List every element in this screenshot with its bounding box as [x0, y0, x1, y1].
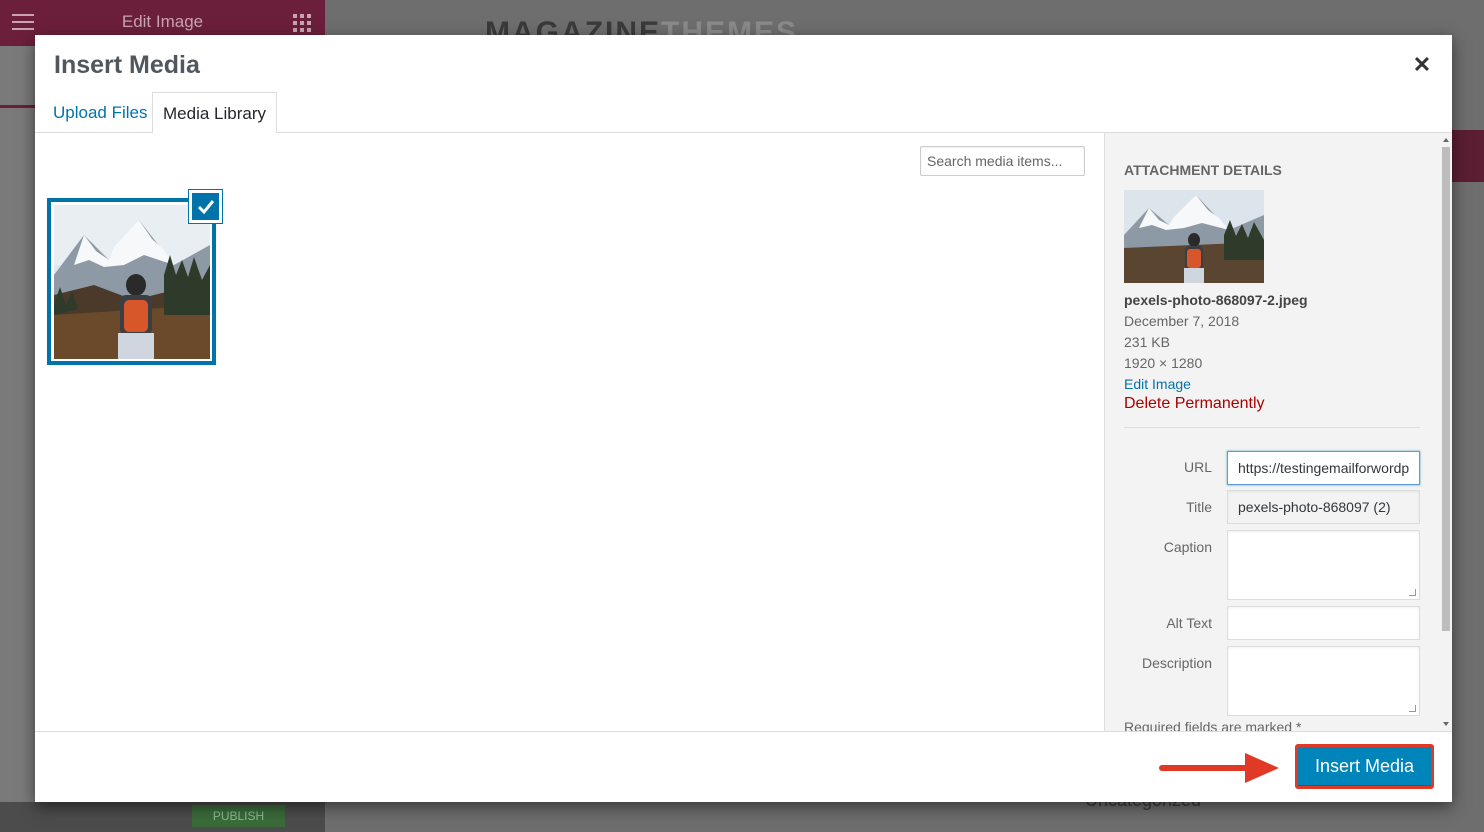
- selected-checkbox[interactable]: [189, 190, 222, 223]
- scroll-up-icon[interactable]: [1443, 138, 1449, 142]
- sidebar-scrollbar[interactable]: [1440, 133, 1452, 731]
- attachment-details-sidebar: ATTACHMENT DETAILS pexels-photo-868097-2…: [1104, 133, 1452, 731]
- close-icon[interactable]: ✕: [1410, 53, 1434, 77]
- widgets-grid-icon: [293, 14, 311, 32]
- scrollbar-thumb[interactable]: [1442, 147, 1450, 631]
- modal-title: Insert Media: [54, 51, 200, 79]
- panel-title: Edit Image: [121, 12, 204, 31]
- edit-image-link[interactable]: Edit Image: [1124, 376, 1191, 392]
- tab-upload-files[interactable]: Upload Files: [43, 92, 158, 133]
- publish-button: PUBLISH: [192, 805, 285, 827]
- description-label: Description: [1141, 655, 1212, 671]
- attachment-dimensions: 1920 × 1280: [1124, 355, 1203, 371]
- url-field[interactable]: https://testingemailforwordp: [1227, 451, 1420, 485]
- attachment-size: 231 KB: [1124, 334, 1170, 350]
- description-field[interactable]: [1227, 646, 1420, 716]
- title-label: Title: [1186, 499, 1212, 515]
- title-field[interactable]: pexels-photo-868097 (2): [1227, 490, 1420, 524]
- scroll-down-icon[interactable]: [1443, 722, 1449, 726]
- media-toolbar: Insert Media: [35, 731, 1452, 802]
- resize-handle-icon[interactable]: [1409, 589, 1416, 596]
- caption-field[interactable]: [1227, 530, 1420, 600]
- insert-media-modal: Insert Media ✕ Upload Files Media Librar…: [35, 35, 1452, 802]
- alt-text-label: Alt Text: [1166, 615, 1212, 631]
- attachment-filename: pexels-photo-868097-2.jpeg: [1124, 292, 1308, 308]
- attachment-date: December 7, 2018: [1124, 313, 1240, 329]
- check-icon: [197, 200, 215, 215]
- search-input[interactable]: [920, 146, 1085, 176]
- media-browser: [35, 133, 1104, 731]
- tab-media-library[interactable]: Media Library: [152, 92, 277, 134]
- url-label: URL: [1183, 459, 1212, 475]
- media-tabs: Upload Files Media Library: [35, 92, 1452, 134]
- panel-tab-stripe: [0, 105, 35, 108]
- attachment-details-heading: ATTACHMENT DETAILS: [1124, 162, 1282, 178]
- arrow-right-icon: [1159, 753, 1279, 783]
- required-fields-note: Required fields are marked *: [1124, 719, 1302, 731]
- attachment-preview-image: [1124, 190, 1264, 283]
- mountain-hiker-image: [54, 205, 210, 359]
- caption-label: Caption: [1163, 539, 1212, 555]
- resize-handle-icon[interactable]: [1409, 705, 1416, 712]
- preview-accent-bar: [1452, 130, 1484, 182]
- delete-permanently-link[interactable]: Delete Permanently: [1124, 395, 1265, 413]
- alt-text-field[interactable]: [1227, 606, 1420, 640]
- attachment-thumbnail[interactable]: [47, 198, 216, 365]
- details-divider: [1124, 427, 1420, 428]
- insert-media-button[interactable]: Insert Media: [1295, 744, 1434, 789]
